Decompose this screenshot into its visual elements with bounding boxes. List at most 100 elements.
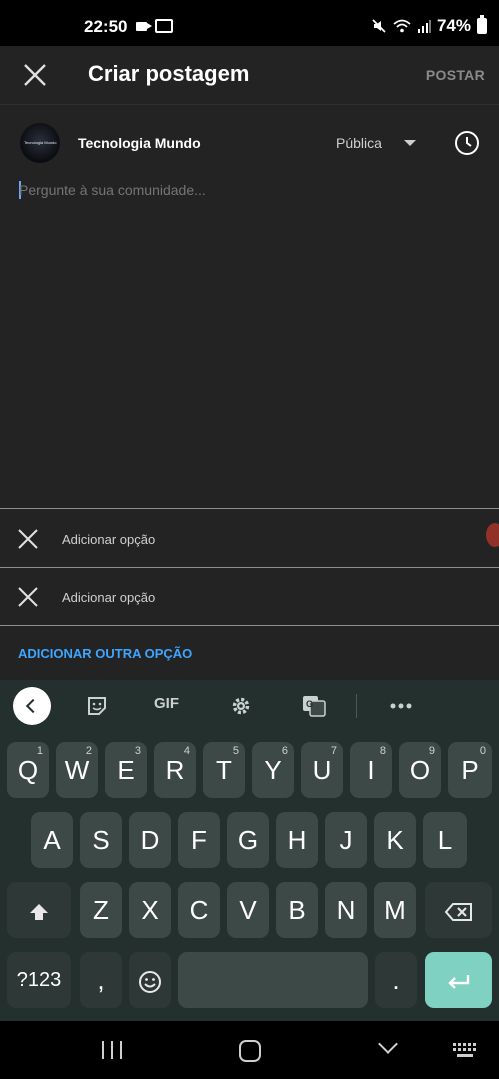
key[interactable]: Y6: [252, 742, 294, 798]
app-bar: Criar postagem POSTAR: [0, 46, 499, 104]
key-hint: 4: [183, 745, 190, 757]
page-title: Criar postagem: [88, 61, 250, 86]
key-hint: 7: [330, 745, 337, 757]
key-label: U: [312, 755, 332, 785]
enter-key[interactable]: [425, 952, 492, 1008]
key[interactable]: W2: [56, 742, 98, 798]
divider: [0, 104, 499, 105]
remove-option-icon[interactable]: [16, 585, 40, 609]
translate-icon[interactable]: G: [302, 695, 326, 717]
option-input[interactable]: Adicionar opção: [62, 590, 155, 605]
key-hint: 2: [85, 745, 92, 757]
key-hint: 6: [281, 745, 288, 757]
key-label: E: [117, 755, 135, 785]
remove-option-icon[interactable]: [16, 527, 40, 551]
status-right: 74%: [371, 15, 487, 36]
key-hint: 0: [479, 745, 486, 757]
collapse-toolbar-icon[interactable]: [13, 687, 51, 725]
poll-option-2[interactable]: Adicionar opção: [0, 568, 499, 625]
channel-name: Tecnologia Mundo: [78, 135, 201, 151]
post-button[interactable]: POSTAR: [426, 67, 485, 83]
key[interactable]: V: [227, 882, 269, 938]
poll-option-1[interactable]: Adicionar opção: [0, 510, 499, 567]
key[interactable]: U7: [301, 742, 343, 798]
divider: [0, 625, 499, 626]
mute-icon: [372, 19, 386, 33]
touch-indicator: [486, 523, 499, 547]
divider: [0, 508, 499, 509]
key-label: P: [461, 755, 479, 785]
wifi-icon: [393, 19, 411, 33]
key-hint: 1: [36, 745, 43, 757]
schedule-clock-icon[interactable]: [454, 130, 480, 156]
hide-keyboard-icon[interactable]: [378, 1034, 398, 1054]
key[interactable]: R4: [154, 742, 196, 798]
avatar: Tecnologia Mundo: [20, 123, 60, 163]
visibility-select[interactable]: Pública: [336, 135, 382, 151]
key-label: I: [367, 755, 375, 785]
key-hint: 3: [134, 745, 141, 757]
post-text-input[interactable]: [19, 182, 479, 198]
settings-gear-icon[interactable]: [230, 695, 252, 717]
comma-key[interactable]: ,: [80, 952, 122, 1008]
key[interactable]: L: [423, 812, 467, 868]
key[interactable]: O9: [399, 742, 441, 798]
key[interactable]: J: [325, 812, 367, 868]
shift-key[interactable]: [7, 882, 71, 938]
option-input[interactable]: Adicionar opção: [62, 532, 155, 547]
close-icon[interactable]: [20, 60, 50, 90]
key[interactable]: K: [374, 812, 416, 868]
key[interactable]: N: [325, 882, 367, 938]
key-hint: 9: [428, 745, 435, 757]
key[interactable]: T5: [203, 742, 245, 798]
emoji-icon: [139, 971, 161, 994]
recents-icon[interactable]: [102, 1041, 122, 1059]
shift-icon: [30, 904, 48, 921]
emoji-key[interactable]: [129, 952, 171, 1008]
backspace-key[interactable]: [425, 882, 492, 938]
key[interactable]: P0: [448, 742, 492, 798]
key[interactable]: F: [178, 812, 220, 868]
battery-percent: 74%: [436, 16, 471, 35]
space-key[interactable]: [178, 952, 368, 1008]
key-label: O: [409, 755, 431, 785]
gif-button[interactable]: GIF: [154, 695, 179, 712]
key[interactable]: H: [276, 812, 318, 868]
toolbar-divider: [356, 694, 357, 718]
key-hint: 5: [232, 745, 239, 757]
key[interactable]: D: [129, 812, 171, 868]
key[interactable]: B: [276, 882, 318, 938]
key[interactable]: A: [31, 812, 73, 868]
more-icon[interactable]: [390, 703, 412, 709]
camera-icon: [136, 22, 152, 31]
key[interactable]: M: [374, 882, 416, 938]
period-key[interactable]: .: [375, 952, 417, 1008]
home-icon[interactable]: [239, 1040, 261, 1062]
keyboard-toolbar: GIF G: [0, 680, 499, 732]
key[interactable]: I8: [350, 742, 392, 798]
avatar-logo-text: Tecnologia Mundo: [24, 140, 57, 145]
svg-text:G: G: [306, 699, 313, 709]
key-hint: 8: [379, 745, 386, 757]
key-label: Y: [264, 755, 282, 785]
on-screen-keyboard: GIF G Q1 W2 E3 R4 T5 Y6 U7 I8 O9 P0 A S …: [0, 680, 499, 1021]
key[interactable]: G: [227, 812, 269, 868]
key[interactable]: Z: [80, 882, 122, 938]
key-label: W: [64, 755, 90, 785]
key[interactable]: C: [178, 882, 220, 938]
key-label: Q: [17, 755, 39, 785]
backspace-icon: [444, 903, 472, 922]
key[interactable]: X: [129, 882, 171, 938]
key[interactable]: Q1: [7, 742, 49, 798]
key-label: T: [216, 755, 232, 785]
key-label: R: [165, 755, 185, 785]
dropdown-caret-icon[interactable]: [404, 140, 416, 146]
keyboard-switch-icon[interactable]: [453, 1043, 479, 1059]
numbers-key[interactable]: ?123: [7, 952, 71, 1008]
signal-icon: [417, 20, 431, 33]
key[interactable]: E3: [105, 742, 147, 798]
gallery-icon: [155, 19, 173, 33]
add-option-button[interactable]: ADICIONAR OUTRA OPÇÃO: [18, 646, 192, 661]
key[interactable]: S: [80, 812, 122, 868]
sticker-icon[interactable]: [86, 695, 108, 717]
